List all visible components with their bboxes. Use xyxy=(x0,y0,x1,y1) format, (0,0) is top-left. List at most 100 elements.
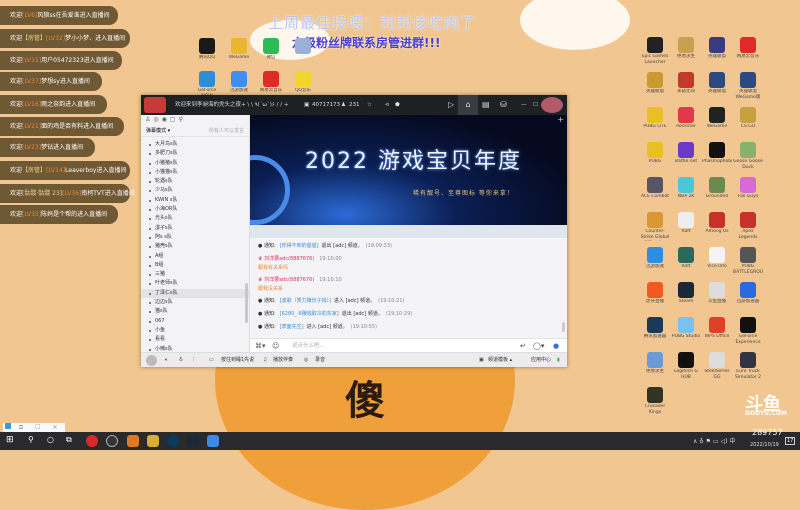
channel-item[interactable]: 多肥刀s队 xyxy=(141,149,249,158)
power-taskbar-icon[interactable] xyxy=(167,435,179,447)
channel-item[interactable]: 三猪 xyxy=(141,270,249,279)
chat-scrollbar[interactable] xyxy=(562,322,565,332)
speaker-icon[interactable]: 🔈︎ xyxy=(165,353,168,368)
minimize-icon[interactable]: — xyxy=(521,95,527,115)
yy-taskbar-icon[interactable] xyxy=(147,435,159,447)
chat-icon[interactable]: ◎ xyxy=(153,116,161,123)
desktop-shortcut[interactable]: Phasmophobia xyxy=(702,142,732,165)
desktop-shortcut[interactable]: 英雄联盟 xyxy=(640,72,670,95)
location-icon[interactable]: ◉ xyxy=(162,116,170,123)
channel-item[interactable]: 光头s队 xyxy=(141,214,249,223)
notes-icon[interactable]: ▢ xyxy=(170,116,179,123)
desktop-shortcut[interactable]: 绝地求生 xyxy=(671,37,701,60)
channel-item[interactable]: 小海OR队 xyxy=(141,205,249,214)
desktop-shortcut[interactable]: CS:GO xyxy=(733,107,763,130)
channel-item[interactable]: 猪壳s队 xyxy=(141,242,249,251)
search-icon[interactable]: ⚲ xyxy=(28,435,34,444)
desktop-shortcut[interactable]: 永劫无间 xyxy=(671,72,701,95)
desktop-shortcut[interactable]: Euro Truck Simulator 2 xyxy=(733,352,763,381)
desktop-shortcut[interactable]: 网易云音乐 xyxy=(256,71,286,94)
app-taskbar-icon[interactable] xyxy=(127,435,139,447)
desktop-shortcut[interactable]: WeGame xyxy=(702,107,732,130)
channel-item[interactable]: A组 xyxy=(141,252,249,261)
netease-music-taskbar-icon[interactable] xyxy=(86,435,98,447)
cortana-icon[interactable]: ○ xyxy=(47,435,54,444)
desktop-shortcut[interactable]: Crusader Kings xyxy=(640,387,670,416)
desktop-shortcut[interactable]: ACE Combat xyxy=(640,177,670,200)
desktop-shortcut[interactable]: Battle.net xyxy=(671,142,701,165)
tray-icons[interactable]: ∧ ♁ ⚑ ▭ ◁) 中 xyxy=(693,436,735,445)
desktop-shortcut[interactable]: Vice Info xyxy=(702,247,732,270)
desktop-shortcut[interactable]: 英雄联盟 WeGame版 xyxy=(733,72,763,101)
channel-item[interactable]: 大月鸟s队 xyxy=(141,140,249,149)
desktop-shortcut[interactable]: Counter-Strike Global Offensive xyxy=(640,212,670,241)
channel-item[interactable]: 小猪猪s队 xyxy=(141,159,249,168)
channel-item[interactable]: 阿s s队 xyxy=(141,233,249,242)
favorite-icon[interactable]: ☆ xyxy=(367,95,372,115)
channel-item[interactable]: 小鱼 xyxy=(141,326,249,335)
desktop-shortcut[interactable]: 迅游加速 xyxy=(224,71,254,94)
notice-user[interactable]: [你得不到的爸爸] xyxy=(280,243,319,249)
desktop-shortcut[interactable]: 绝地求生 xyxy=(640,352,670,375)
desktop-shortcut[interactable]: Among Us xyxy=(702,212,732,235)
desktop-shortcut[interactable]: PUBG Studio xyxy=(671,317,701,340)
desktop-shortcut[interactable]: 虎牙直播 xyxy=(640,282,670,305)
window-titlebar[interactable]: 欢迎来到李昶海的秃头之夜+ \ \ ٩(´ω`)۶ / / + ▣ 407171… xyxy=(141,95,567,115)
close-icon[interactable]: ✕ xyxy=(52,424,57,431)
channel-item[interactable]: 边边s队 xyxy=(141,298,249,307)
channel-item[interactable]: 小猫猫s队 xyxy=(141,168,249,177)
desktop-shortcut[interactable]: Epic Games Launcher xyxy=(640,37,670,66)
obs-taskbar-icon[interactable] xyxy=(106,435,118,447)
desktop-shortcut[interactable]: Steam xyxy=(671,282,701,305)
desktop-shortcut[interactable]: 斗鱼直播 xyxy=(702,282,732,305)
template-button[interactable]: 频道模板 ▴ xyxy=(488,353,512,368)
desktop-shortcut[interactable]: PUBG xyxy=(640,142,670,165)
taskview-icon[interactable]: ⧉ xyxy=(66,435,72,445)
video-icon[interactable]: ▷ xyxy=(448,95,454,115)
desktop-shortcut[interactable]: Apex Legends xyxy=(733,212,763,241)
self-avatar[interactable] xyxy=(146,355,157,366)
chat-mode-dropdown[interactable]: 弹幕模式 ▾ xyxy=(146,128,170,134)
desktop-shortcut[interactable]: Goose Goose Duck xyxy=(733,142,763,171)
apps-button[interactable]: 应用中心 xyxy=(531,353,551,368)
maximize-icon[interactable]: ☐ xyxy=(35,424,40,431)
desktop-shortcut[interactable]: 迅游加速 xyxy=(640,247,670,270)
user-avatar[interactable] xyxy=(541,97,563,113)
desktop-shortcut[interactable]: 腾讯QQ xyxy=(192,38,222,61)
game-icon[interactable]: ⛁ xyxy=(500,95,507,115)
channel-item[interactable]: 少马s队 xyxy=(141,186,249,195)
desktop-shortcut[interactable]: 微信 xyxy=(256,38,286,61)
notice-user[interactable]: [波歌（努力赚份子钱）] xyxy=(280,298,331,304)
promo-banner[interactable]: 2022 游戏宝贝年度 稀有靓号、至尊图标 等你来拿！ + xyxy=(250,115,567,225)
desktop-shortcut[interactable]: WeGame xyxy=(224,38,254,61)
desktop-shortcut[interactable]: Fall Guys xyxy=(733,177,763,200)
restore-icon[interactable]: ⧉ xyxy=(19,424,23,431)
sender-name[interactable]: 刘洋要adc(8887676) xyxy=(264,277,314,283)
maximize-icon[interactable]: ☐ xyxy=(533,95,538,115)
desktop-shortcut[interactable]: SteelSeries GG xyxy=(702,352,732,381)
share-icon[interactable]: ⋖ xyxy=(385,95,390,115)
steam-taskbar-icon[interactable] xyxy=(187,435,199,447)
desktop-shortcut[interactable]: Grounded xyxy=(702,177,732,200)
add-icon[interactable]: + xyxy=(557,115,564,124)
desktop-shortcut[interactable]: 英雄联盟 xyxy=(702,72,732,95)
start-icon[interactable]: ⊞ xyxy=(6,435,14,445)
desktop-shortcut[interactable]: PUBG BATTLEGROUNDS xyxy=(733,247,763,276)
sender-name[interactable]: 刘洋要adc(8887676) xyxy=(264,256,314,262)
record-button[interactable]: 录音 xyxy=(315,353,325,368)
notice-user[interactable]: [表面先生] xyxy=(280,324,304,330)
channel-item[interactable]: KWIN s队 xyxy=(141,196,249,205)
channel-item[interactable]: 漾子s队 xyxy=(141,224,249,233)
channel-item[interactable]: 看看 xyxy=(141,335,249,344)
channel-item[interactable]: 猫s队 xyxy=(141,307,249,316)
xunyou-taskbar-icon[interactable] xyxy=(207,435,219,447)
desktop-shortcut[interactable]: GeForce Experience xyxy=(733,317,763,346)
notification-count[interactable]: 17 xyxy=(785,437,796,445)
desktop-shortcut[interactable]: QQ音乐 xyxy=(288,71,318,94)
clock-date[interactable]: 2022/10/19 xyxy=(750,442,779,448)
channel-item[interactable]: 轮遇s队 xyxy=(141,177,249,186)
shield-icon[interactable]: ⬟ xyxy=(395,95,400,115)
desktop-shortcut[interactable]: 英雄联盟 xyxy=(702,37,732,60)
desktop-shortcut[interactable]: Raft xyxy=(671,247,701,270)
channel-item[interactable]: 叶老师s队 xyxy=(141,279,249,288)
